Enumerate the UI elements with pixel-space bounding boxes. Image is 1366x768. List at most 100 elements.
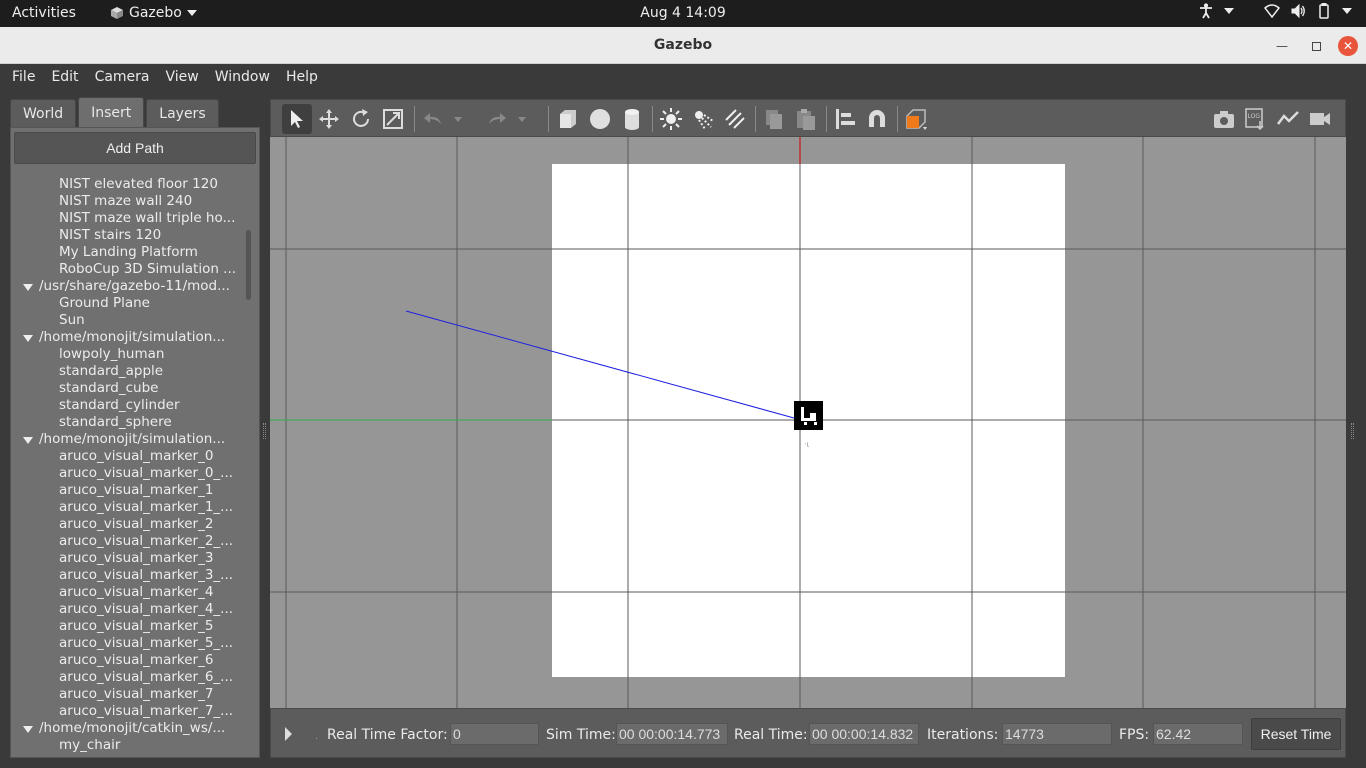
- reset-time-button[interactable]: Reset Time: [1251, 718, 1341, 750]
- menu-camera[interactable]: Camera: [87, 64, 158, 90]
- tree-model-item[interactable]: RoboCup 3D Simulation ...: [11, 261, 251, 278]
- tree-model-item[interactable]: NIST elevated floor 120: [11, 176, 251, 193]
- tree-model-item[interactable]: standard_apple: [11, 363, 251, 380]
- clock[interactable]: Aug 4 14:09: [640, 5, 726, 21]
- expand-triangle-icon[interactable]: [23, 284, 33, 291]
- tree-model-item[interactable]: aruco_visual_marker_0: [11, 448, 251, 465]
- sim-time-field[interactable]: [616, 723, 728, 745]
- point-light-button[interactable]: [656, 104, 686, 134]
- tree-model-item[interactable]: NIST stairs 120: [11, 227, 251, 244]
- tree-model-item[interactable]: NIST maze wall triple ho...: [11, 210, 251, 227]
- iterations-field[interactable]: [1002, 723, 1112, 745]
- tree-model-item[interactable]: My Landing Platform: [11, 244, 251, 261]
- battery-icon[interactable]: [1316, 3, 1332, 19]
- snap-button[interactable]: [862, 104, 892, 134]
- directional-light-button[interactable]: [720, 104, 750, 134]
- real-time-field[interactable]: [809, 723, 919, 745]
- sphere-shape-button[interactable]: [585, 104, 615, 134]
- tree-model-item[interactable]: aruco_visual_marker_2: [11, 516, 251, 533]
- chevron-down-icon[interactable]: [1342, 8, 1352, 14]
- tree-model-item[interactable]: aruco_visual_marker_7: [11, 686, 251, 703]
- minimize-button[interactable]: —: [1270, 35, 1294, 57]
- wifi-icon[interactable]: [1264, 3, 1280, 19]
- tree-model-item[interactable]: aruco_visual_marker_5_...: [11, 635, 251, 652]
- tree-model-item[interactable]: aruco_visual_marker_3: [11, 550, 251, 567]
- select-tool-button[interactable]: [282, 104, 312, 134]
- tab-layers[interactable]: Layers: [146, 99, 219, 127]
- maximize-button[interactable]: [1304, 35, 1328, 57]
- tree-folder-item[interactable]: /home/monojit/simulation...: [11, 431, 251, 448]
- box-shape-button[interactable]: [553, 104, 583, 134]
- translate-tool-button[interactable]: [314, 104, 344, 134]
- copy-button[interactable]: [759, 104, 789, 134]
- align-button[interactable]: [830, 104, 860, 134]
- scrollbar-thumb[interactable]: [246, 230, 251, 300]
- redo-history-button[interactable]: [514, 104, 530, 134]
- tree-model-item[interactable]: aruco_visual_marker_2_...: [11, 533, 251, 550]
- tree-model-item[interactable]: aruco_visual_marker_4_...: [11, 601, 251, 618]
- tree-model-item[interactable]: aruco_visual_marker_7_...: [11, 703, 251, 720]
- accessibility-icon[interactable]: [1198, 3, 1214, 19]
- tree-model-item[interactable]: aruco_visual_marker_1: [11, 482, 251, 499]
- expand-triangle-icon[interactable]: [23, 437, 33, 444]
- tree-model-item[interactable]: aruco_visual_marker_6_...: [11, 669, 251, 686]
- scale-tool-button[interactable]: [378, 104, 408, 134]
- log-button[interactable]: LOG: [1241, 104, 1271, 134]
- system-tray[interactable]: [1198, 3, 1352, 19]
- cylinder-shape-button[interactable]: [617, 104, 647, 134]
- panel-splitter[interactable]: [263, 423, 266, 439]
- tree-model-item[interactable]: standard_sphere: [11, 414, 251, 431]
- expand-triangle-icon[interactable]: [23, 726, 33, 733]
- window-title-bar[interactable]: Gazebo — ✕: [0, 27, 1366, 64]
- menu-window[interactable]: Window: [207, 64, 278, 90]
- plot-button[interactable]: [1273, 104, 1303, 134]
- menu-view[interactable]: View: [158, 64, 207, 90]
- tree-model-item[interactable]: aruco_visual_marker_6: [11, 652, 251, 669]
- record-video-button[interactable]: [1305, 104, 1335, 134]
- tree-model-item[interactable]: aruco_visual_marker_0_...: [11, 465, 251, 482]
- model-tree[interactable]: NIST elevated floor 120 NIST maze wall 24…: [11, 176, 251, 756]
- screenshot-button[interactable]: [1209, 104, 1239, 134]
- real-time-factor-field[interactable]: [450, 723, 539, 745]
- tab-world[interactable]: World: [10, 99, 77, 127]
- tree-model-item[interactable]: aruco_visual_marker_3_...: [11, 567, 251, 584]
- menu-file[interactable]: File: [4, 64, 43, 90]
- paste-button[interactable]: [791, 104, 821, 134]
- scene-render[interactable]: ·ι: [270, 137, 1346, 708]
- tree-model-item[interactable]: standard_cylinder: [11, 397, 251, 414]
- tree-folder-item[interactable]: /home/monojit/catkin_ws/...: [11, 720, 251, 737]
- tree-model-item[interactable]: lowpoly_human: [11, 346, 251, 363]
- view-angle-button[interactable]: [901, 104, 931, 134]
- redo-button[interactable]: [482, 104, 512, 134]
- tree-model-item[interactable]: aruco_visual_marker_4: [11, 584, 251, 601]
- tree-model-item[interactable]: NIST maze wall 240: [11, 193, 251, 210]
- right-panel-splitter[interactable]: [1351, 423, 1354, 439]
- aruco-marker[interactable]: [794, 401, 823, 430]
- menu-help[interactable]: Help: [278, 64, 326, 90]
- tree-model-item[interactable]: Ground Plane: [11, 295, 251, 312]
- menu-edit[interactable]: Edit: [43, 64, 86, 90]
- play-icon[interactable]: [285, 727, 292, 741]
- tree-model-item[interactable]: Sun: [11, 312, 251, 329]
- undo-history-button[interactable]: [450, 104, 466, 134]
- tree-folder-item[interactable]: /usr/share/gazebo-11/mod...: [11, 278, 251, 295]
- expand-triangle-icon[interactable]: [23, 335, 33, 342]
- rotate-tool-button[interactable]: [346, 104, 376, 134]
- close-button[interactable]: ✕: [1338, 36, 1358, 56]
- app-menu[interactable]: Gazebo: [110, 5, 197, 21]
- tab-insert[interactable]: Insert: [78, 97, 145, 127]
- tree-folder-item[interactable]: /home/monojit/simulation...: [11, 329, 251, 346]
- spot-light-button[interactable]: [688, 104, 718, 134]
- activities-button[interactable]: Activities: [12, 5, 76, 21]
- tree-model-item[interactable]: aruco_visual_marker_1_...: [11, 499, 251, 516]
- volume-icon[interactable]: [1290, 3, 1306, 19]
- tree-item-label: aruco_visual_marker_6_...: [59, 669, 234, 685]
- tree-model-item[interactable]: standard_cube: [11, 380, 251, 397]
- tree-model-item[interactable]: my_chair: [11, 737, 251, 754]
- fps-field[interactable]: [1153, 723, 1243, 745]
- chevron-down-icon[interactable]: [1224, 8, 1234, 14]
- undo-button[interactable]: [418, 104, 448, 134]
- add-path-button[interactable]: Add Path: [14, 132, 256, 164]
- 3d-viewport[interactable]: ·ι: [270, 137, 1346, 708]
- tree-model-item[interactable]: aruco_visual_marker_5: [11, 618, 251, 635]
